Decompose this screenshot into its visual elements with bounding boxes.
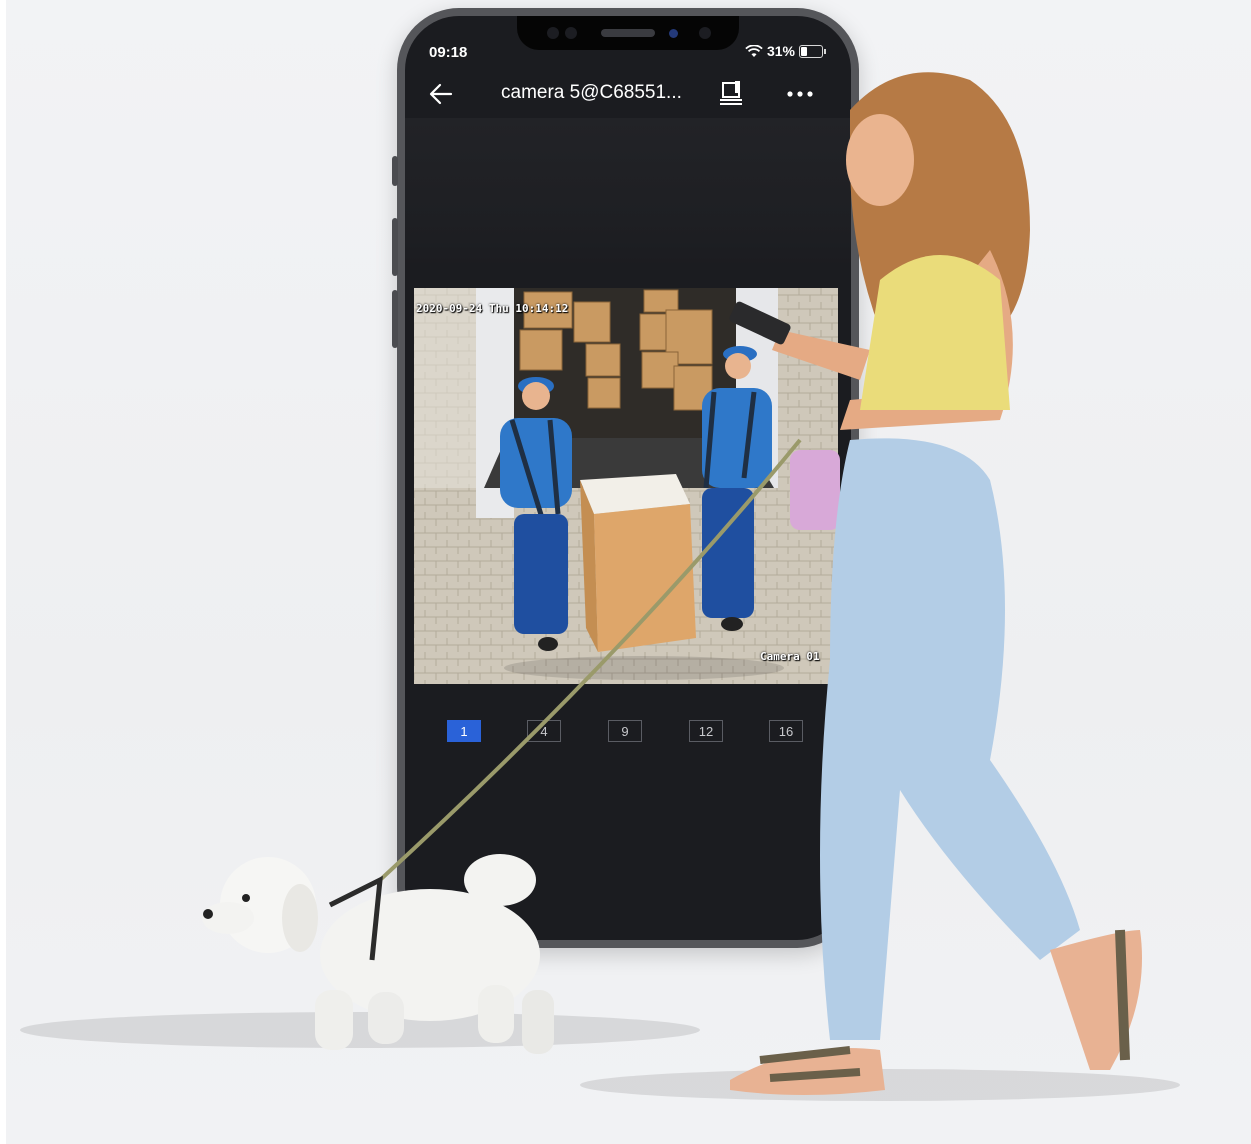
status-indicators: 31% [745,43,826,59]
volume-down-button [392,290,398,348]
status-time: 09:18 [429,44,468,61]
battery-percent: 31% [766,43,795,59]
more-options-icon[interactable] [783,78,817,110]
wifi-icon [745,44,763,57]
recording-icon[interactable] [715,78,747,110]
camera-title: camera 5@C68551... [501,82,682,103]
feed-camera-name: Camera 01 [760,650,820,663]
app-bar: camera 5@C68551... [405,72,851,116]
notch [517,16,739,50]
phone-screen: 09:18 31% camera 5@C68551... 2020-09-24 … [405,16,851,940]
split-16-button[interactable]: 16 [769,720,803,742]
split-1-button[interactable]: 1 [447,720,481,742]
split-9-button[interactable]: 9 [608,720,642,742]
ground-shadow [20,1012,700,1048]
header-shade [405,118,851,268]
phone-device: 09:18 31% camera 5@C68551... 2020-09-24 … [392,8,859,948]
page-edge [0,0,6,1144]
feed-timestamp: 2020-09-24 Thu 10:14:12 [416,302,569,315]
battery-icon [799,44,826,58]
back-arrow-icon[interactable] [425,78,457,110]
mute-switch [392,156,398,186]
feed-image [414,288,838,684]
ground-shadow-woman [580,1069,1180,1101]
camera-feed[interactable]: 2020-09-24 Thu 10:14:12 Camera 01 [414,288,838,684]
split-layout-bar: 1 4 9 12 16 [405,716,851,746]
split-12-button[interactable]: 12 [689,720,723,742]
split-4-button[interactable]: 4 [527,720,561,742]
volume-up-button [392,218,398,276]
